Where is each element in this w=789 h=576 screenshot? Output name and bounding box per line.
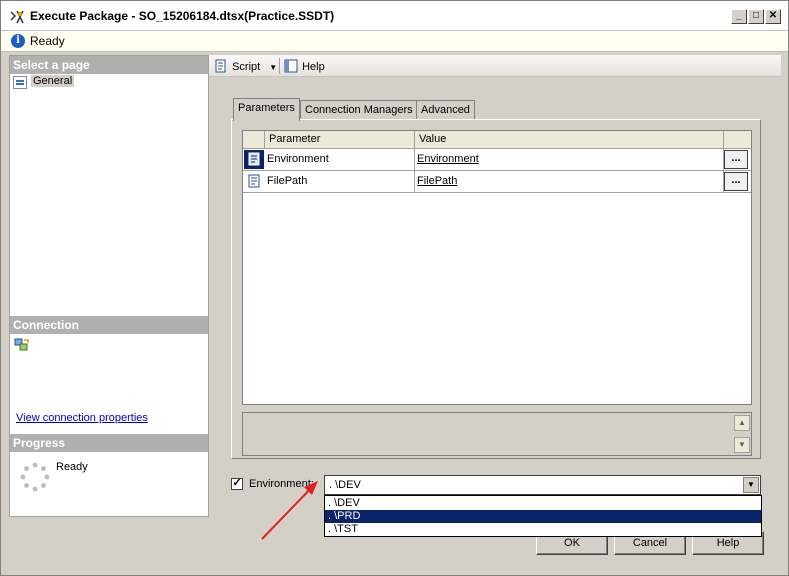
progress-header: Progress [10,434,208,452]
status-text: Ready [30,34,65,48]
parameters-grid: Parameter Value Environment Environment … [242,130,752,405]
table-row[interactable]: Environment Environment ... [243,149,751,171]
execute-package-window: Execute Package - SO_15206184.dtsx(Pract… [0,0,789,576]
parameter-value-link[interactable]: Environment [415,149,724,170]
help-toolbar-button[interactable]: Help [283,58,325,74]
page-item-label: General [31,75,75,87]
title-bar: Execute Package - SO_15206184.dtsx(Pract… [1,1,788,31]
file-parameter-icon [244,172,264,191]
chevron-down-icon[interactable]: ▼ [743,477,759,493]
spinner-icon [20,462,50,492]
toolbar-separator [279,58,280,74]
parameter-name-cell: Environment [265,149,415,170]
parameters-tab-panel: Parameter Value Environment Environment … [231,119,761,459]
page-icon [13,76,27,89]
progress-status-text: Ready [56,461,88,473]
environment-select[interactable]: . \DEV ▼ [324,475,761,495]
window-title: Execute Package - SO_15206184.dtsx(Pract… [30,9,335,23]
environment-parameter-icon [244,150,264,169]
edit-value-button[interactable]: ... [724,172,748,191]
parameter-name-cell: FilePath [265,171,415,192]
left-navigation-pane: Select a page General Connection View co… [9,55,209,517]
scroll-down-icon[interactable]: ▼ [734,437,750,453]
environment-checkbox[interactable]: ✓ [231,478,243,490]
view-connection-properties-link[interactable]: View connection properties [16,412,148,424]
status-bar: i Ready [1,31,788,52]
right-content-pane: Script ▼ Help Parameters Connection Mana… [209,55,781,517]
environment-dropdown-list: . \DEV . \PRD . \TST [324,495,762,537]
description-box: ▲ ▼ [242,412,752,456]
edit-value-button[interactable]: ... [724,150,748,169]
info-icon: i [11,34,25,48]
environment-select-value: . \DEV [329,479,361,491]
tab-parameters[interactable]: Parameters [233,98,300,121]
help-icon [284,59,298,73]
maximize-button[interactable]: □ [748,9,764,24]
row-header-cell [243,131,265,149]
minimize-button[interactable]: _ [731,9,747,24]
table-row[interactable]: FilePath FilePath ... [243,171,751,193]
script-label: Script [232,61,261,73]
annotation-arrow-icon [261,481,318,540]
column-header-parameter: Parameter [265,131,415,149]
tab-connection-managers[interactable]: Connection Managers [300,100,418,120]
connection-header: Connection [10,316,208,334]
dropdown-option-dev[interactable]: . \DEV [325,497,761,510]
toolbar: Script ▼ Help [209,55,781,77]
column-header-value: Value [415,131,724,149]
scroll-up-icon[interactable]: ▲ [734,415,750,431]
grid-header: Parameter Value [243,131,751,149]
tab-advanced[interactable]: Advanced [416,100,475,120]
help-label: Help [302,61,325,73]
dropdown-option-tst[interactable]: . \TST [325,523,761,536]
close-button[interactable]: ✕ [765,9,781,24]
script-icon [215,59,226,73]
package-icon [10,10,24,24]
chevron-down-icon[interactable]: ▼ [269,63,277,72]
script-button[interactable]: Script ▼ [213,58,277,74]
parameter-value-link[interactable]: FilePath [415,171,724,192]
server-connection-icon [14,338,29,351]
dropdown-option-prd[interactable]: . \PRD [325,510,761,523]
select-page-header: Select a page [10,56,208,74]
